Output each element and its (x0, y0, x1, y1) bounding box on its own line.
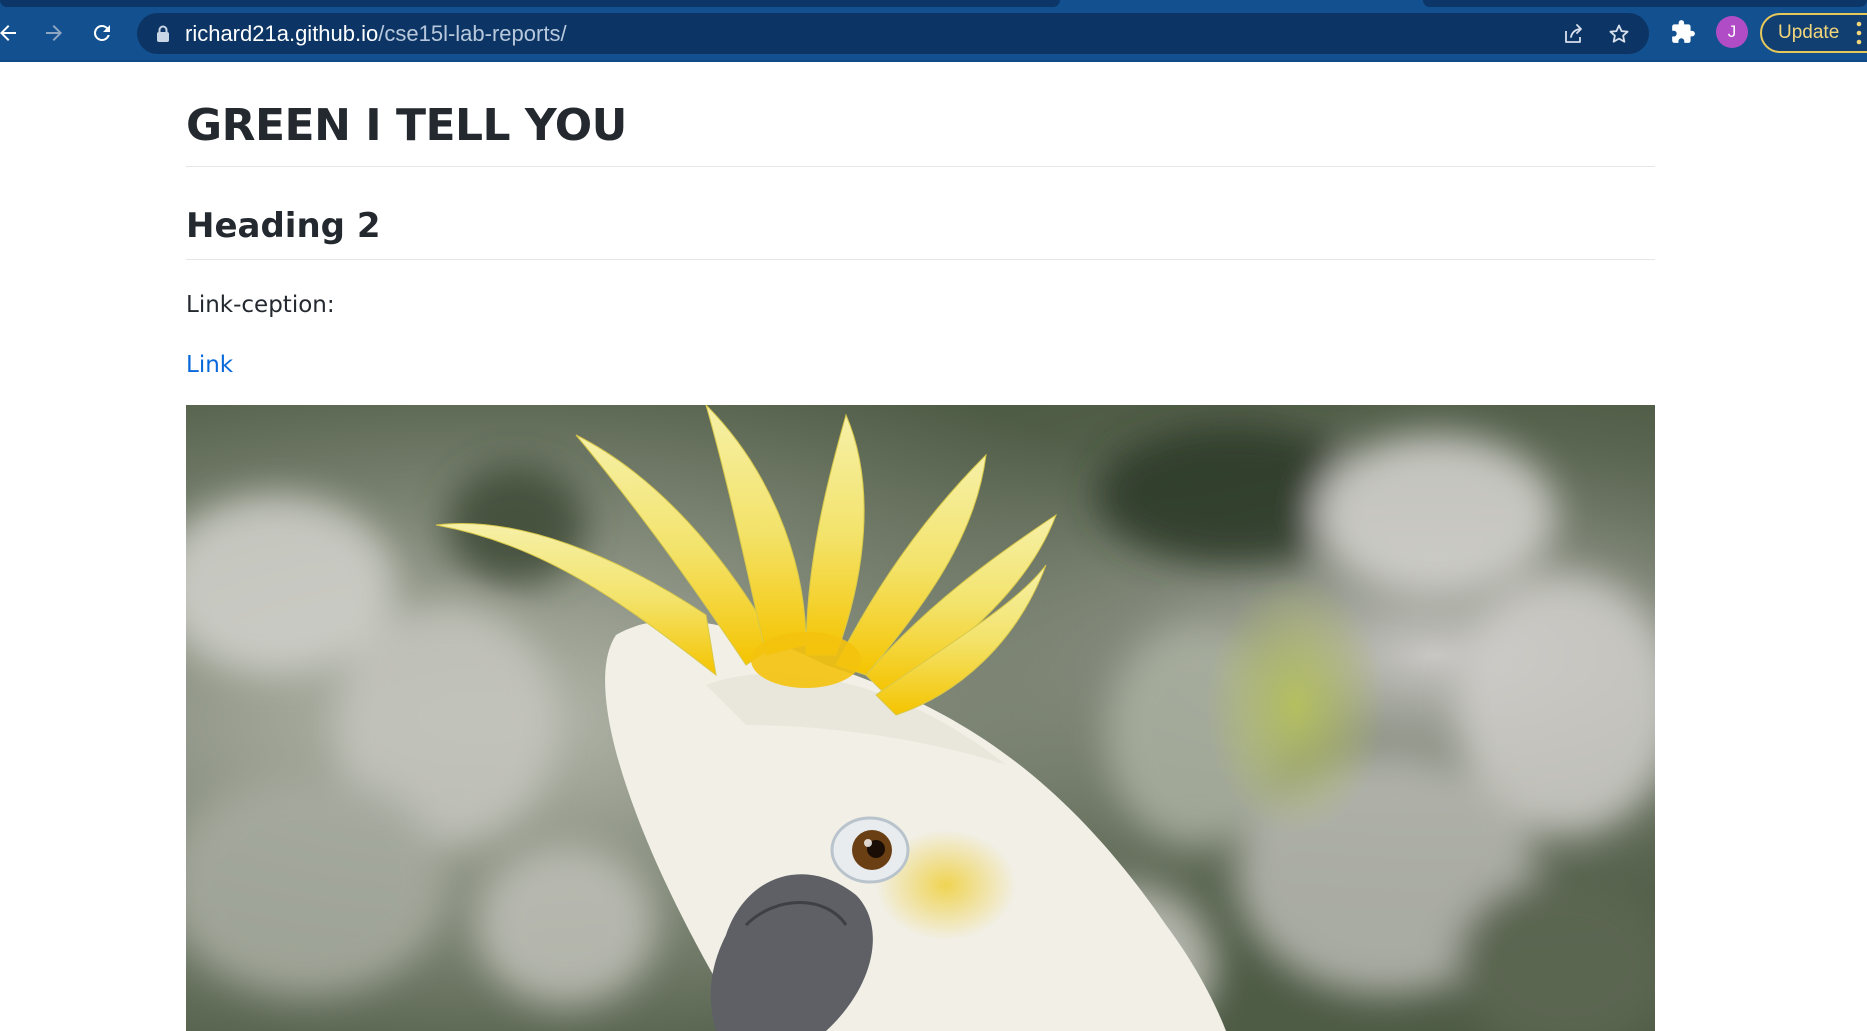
paragraph-text: Link-ception: (186, 292, 335, 318)
address-bar[interactable]: richard21a.github.io/cse15l-lab-reports/ (137, 13, 1649, 54)
tab-strip-edge (1423, 0, 1867, 7)
url-host: richard21a.github.io (185, 21, 379, 46)
browser-toolbar: richard21a.github.io/cse15l-lab-reports/… (0, 0, 1867, 62)
menu-dots-icon[interactable] (1856, 20, 1862, 46)
cockatoo-photo (186, 405, 1655, 1031)
url-path: /cse15l-lab-reports/ (378, 21, 567, 46)
star-icon[interactable] (1607, 22, 1631, 46)
share-icon[interactable] (1562, 22, 1586, 46)
update-button[interactable]: Update (1760, 13, 1867, 53)
back-icon (0, 25, 16, 41)
lock-icon[interactable] (155, 25, 171, 43)
profile-avatar[interactable]: J (1716, 16, 1748, 48)
extensions-icon[interactable] (1670, 19, 1696, 45)
cockatoo-illustration (186, 405, 1655, 1031)
content-link[interactable]: Link (186, 350, 233, 380)
reload-icon (93, 24, 110, 41)
update-button-label: Update (1778, 22, 1840, 43)
url-text[interactable]: richard21a.github.io/cse15l-lab-reports/ (185, 23, 567, 45)
forward-button[interactable] (34, 13, 74, 53)
forward-icon (46, 25, 62, 41)
reload-button[interactable] (82, 13, 122, 53)
back-button[interactable] (0, 13, 28, 53)
section-heading: Heading 2 (186, 205, 1655, 260)
page-title: GREEN I TELL YOU (186, 100, 1655, 167)
tab-strip-edge (0, 0, 1060, 7)
